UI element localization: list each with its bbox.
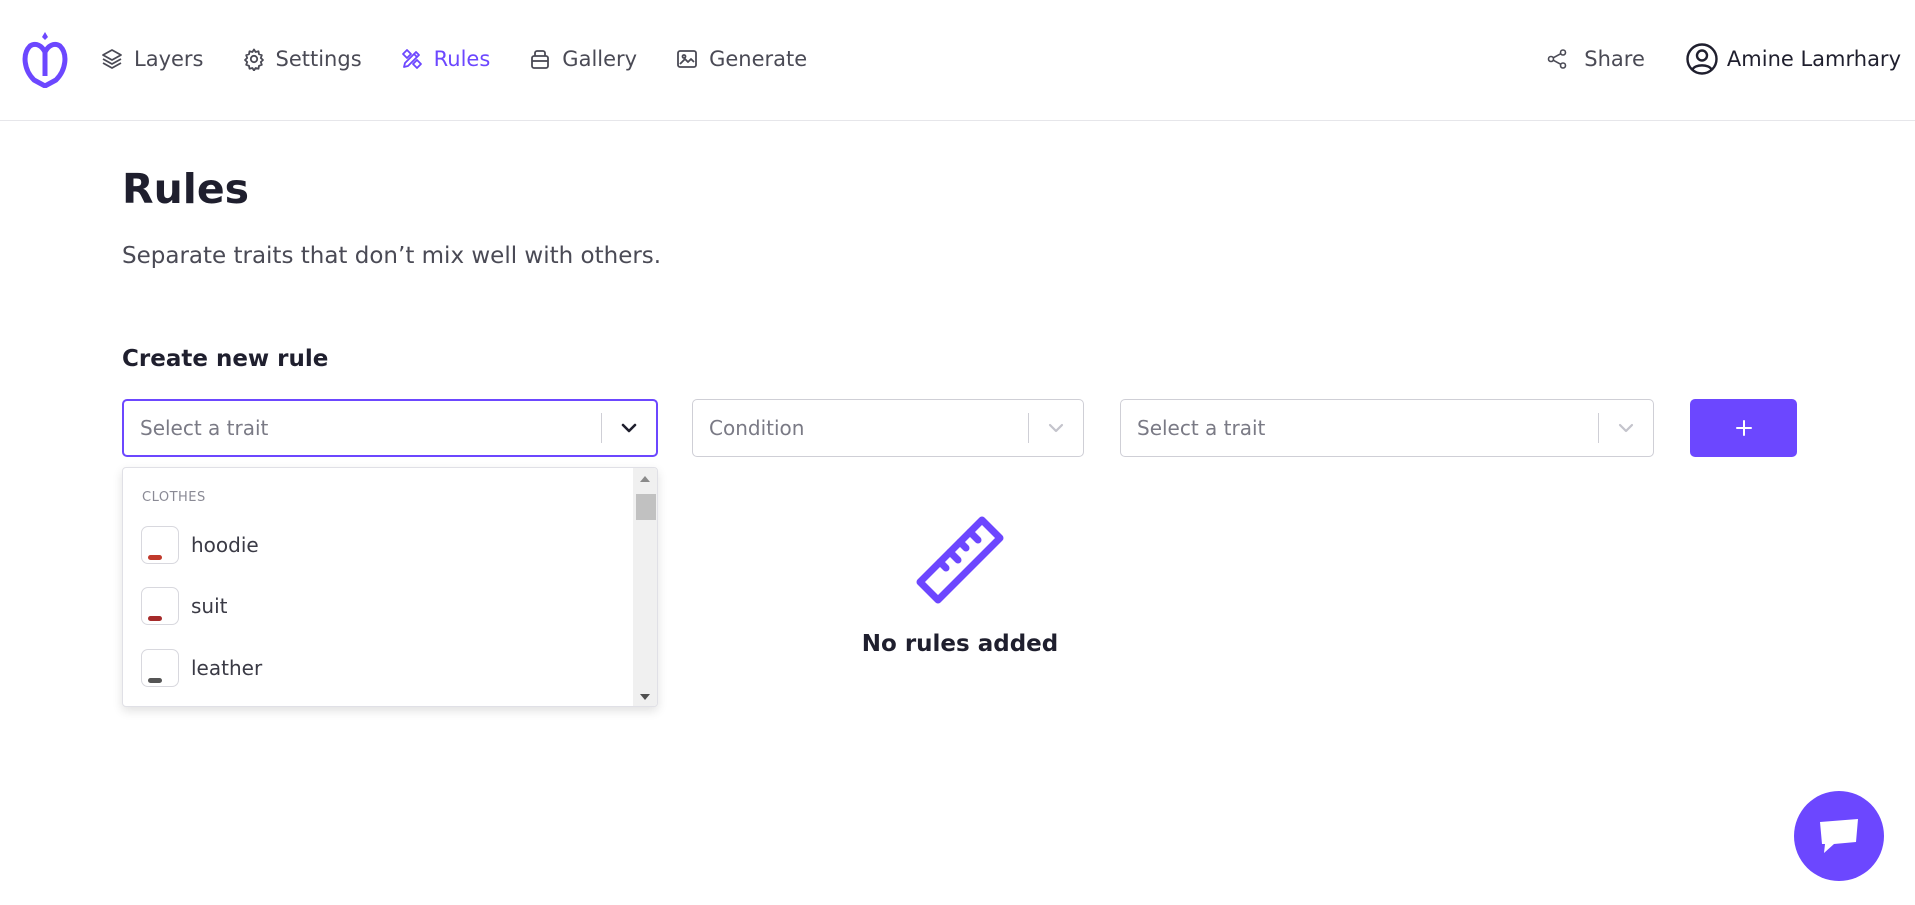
image-icon (677, 50, 697, 68)
add-rule-button[interactable] (1690, 399, 1797, 457)
option-label: leather (191, 656, 263, 680)
first-trait-select[interactable]: Select a trait (122, 399, 658, 457)
condition-placeholder: Condition (709, 416, 805, 440)
gallery-icon (531, 50, 550, 69)
user-avatar-icon (1686, 43, 1718, 75)
chevron-down-icon[interactable] (1029, 418, 1083, 438)
pencil-ruler-icon (401, 49, 422, 69)
nav-item-rules[interactable]: Rules (400, 47, 491, 71)
option-hoodie[interactable]: hoodie (141, 525, 621, 565)
page-title: Rules (122, 165, 250, 213)
create-rule-title: Create new rule (122, 346, 329, 372)
ruler-icon (916, 516, 1004, 604)
brand-logo-icon[interactable] (20, 30, 70, 88)
trait-dropdown-menu: CLOTHES hoodie suit leather (122, 467, 658, 707)
trait-thumbnail (141, 649, 179, 687)
option-group-label: CLOTHES (142, 490, 206, 505)
empty-state-text: No rules added (861, 631, 1059, 657)
nav-item-gallery[interactable]: Gallery (528, 47, 637, 71)
option-leather[interactable]: leather (141, 648, 621, 688)
nav-item-layers[interactable]: Layers (100, 47, 204, 71)
page-subtitle: Separate traits that don’t mix well with… (122, 243, 662, 269)
header-actions: Share Amine Lamrhary (1546, 0, 1901, 118)
first-trait-placeholder: Select a trait (140, 416, 269, 440)
top-navigation-bar: Layers Settings Rules Gallery Generate S… (0, 0, 1915, 121)
chevron-down-icon[interactable] (1599, 418, 1653, 438)
plus-icon (1735, 420, 1752, 436)
chat-support-button[interactable] (1794, 791, 1884, 881)
nav-item-generate[interactable]: Generate (675, 47, 807, 71)
dropdown-scrollbar[interactable] (633, 468, 657, 706)
main-nav: Layers Settings Rules Gallery Generate (100, 0, 845, 118)
option-suit[interactable]: suit (141, 586, 621, 626)
nav-label-gallery: Gallery (562, 47, 638, 71)
second-trait-select[interactable]: Select a trait (1120, 399, 1654, 457)
chevron-down-icon[interactable] (602, 418, 656, 438)
trait-thumbnail (141, 526, 179, 564)
option-label: suit (191, 594, 228, 618)
user-menu[interactable]: Amine Lamrhary (1685, 42, 1901, 76)
user-name: Amine Lamrhary (1726, 47, 1901, 71)
condition-select[interactable]: Condition (692, 399, 1084, 457)
gear-icon (243, 48, 264, 71)
share-button[interactable]: Share (1546, 47, 1645, 71)
scroll-up-arrow-icon[interactable] (640, 476, 650, 482)
nav-label-generate: Generate (709, 47, 808, 71)
option-label: hoodie (191, 533, 259, 557)
chat-bubble-icon (1820, 819, 1858, 853)
share-icon (1547, 49, 1567, 69)
nav-item-settings[interactable]: Settings (242, 47, 362, 71)
trait-thumbnail (141, 587, 179, 625)
scroll-down-arrow-icon[interactable] (640, 694, 650, 700)
nav-label-rules: Rules (433, 47, 491, 71)
share-label: Share (1584, 47, 1645, 71)
second-trait-placeholder: Select a trait (1137, 416, 1266, 440)
layers-icon (102, 49, 122, 69)
nav-label-settings: Settings (275, 47, 362, 71)
scrollbar-thumb[interactable] (636, 494, 656, 520)
nav-label-layers: Layers (134, 47, 204, 71)
